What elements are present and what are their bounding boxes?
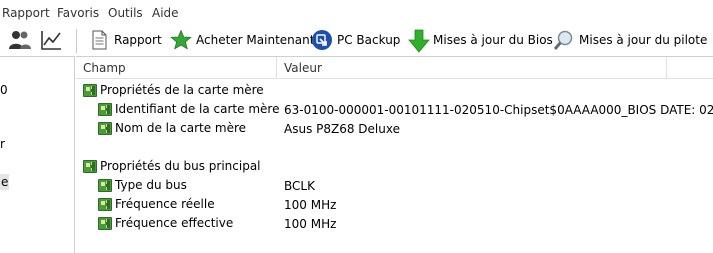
pc-backup-label: PC Backup bbox=[337, 33, 401, 47]
table-header: Champ Valeur bbox=[76, 57, 713, 79]
row-field: Type du bus bbox=[115, 178, 187, 192]
toolbar-separator bbox=[76, 29, 77, 53]
bios-update-button[interactable]: Mises à jour du Bios bbox=[407, 26, 553, 54]
document-icon bbox=[88, 29, 110, 51]
table-row[interactable]: Fréquence réelle 100 MHz bbox=[76, 195, 713, 214]
table-row[interactable]: Type du bus BCLK bbox=[76, 176, 713, 195]
toolbar: Rapport Acheter Maintenant PC Backup Mis… bbox=[0, 26, 713, 56]
menu-bar: Rapport Favoris Outils Aide bbox=[0, 0, 713, 26]
menu-rapport[interactable]: Rapport bbox=[2, 6, 50, 20]
table-row[interactable]: Identifiant de la carte mère 63-0100-000… bbox=[76, 100, 713, 119]
nav-item[interactable]: 0 bbox=[0, 83, 8, 97]
rapport-label: Rapport bbox=[114, 33, 162, 47]
column-header-valeur[interactable]: Valeur bbox=[284, 61, 322, 75]
rapport-button[interactable]: Rapport bbox=[88, 26, 162, 54]
download-arrow-icon bbox=[407, 29, 430, 53]
row-field: Fréquence réelle bbox=[115, 197, 215, 211]
star-icon bbox=[170, 29, 192, 51]
column-divider[interactable] bbox=[666, 57, 667, 78]
navigation-pane: 0 r e bbox=[0, 56, 75, 253]
users-button[interactable] bbox=[8, 26, 34, 54]
menu-outils[interactable]: Outils bbox=[108, 6, 143, 20]
menu-aide[interactable]: Aide bbox=[152, 6, 179, 20]
pc-backup-button[interactable]: PC Backup bbox=[311, 26, 400, 54]
line-chart-icon bbox=[40, 29, 62, 51]
nav-item[interactable]: r bbox=[0, 137, 5, 151]
table-row-group[interactable]: Propriétés de la carte mère bbox=[76, 81, 713, 100]
row-value: 100 MHz bbox=[284, 198, 337, 212]
row-value: BCLK bbox=[284, 179, 315, 193]
row-value: 63-0100-000001-00101111-020510-Chipset$0… bbox=[284, 103, 713, 117]
motherboard-icon bbox=[98, 102, 112, 116]
table-row[interactable]: Nom de la carte mère Asus P8Z68 Deluxe bbox=[76, 119, 713, 138]
menu-favoris[interactable]: Favoris bbox=[57, 6, 99, 20]
column-header-champ[interactable]: Champ bbox=[83, 61, 126, 75]
table-row-group[interactable]: Propriétés du bus principal bbox=[76, 157, 713, 176]
magnifier-icon bbox=[553, 29, 575, 51]
backup-icon bbox=[311, 29, 333, 51]
motherboard-icon bbox=[98, 121, 112, 135]
row-field: Fréquence effective bbox=[115, 216, 234, 230]
row-field: Propriétés du bus principal bbox=[100, 159, 261, 173]
nav-item-selected[interactable]: e bbox=[0, 174, 10, 190]
row-value: Asus P8Z68 Deluxe bbox=[284, 122, 400, 136]
row-value: 100 MHz bbox=[284, 217, 337, 231]
row-field: Propriétés de la carte mère bbox=[100, 83, 264, 97]
row-field: Identifiant de la carte mère bbox=[115, 102, 280, 116]
motherboard-icon bbox=[98, 216, 112, 230]
table-row[interactable]: Fréquence effective 100 MHz bbox=[76, 214, 713, 233]
motherboard-icon bbox=[83, 83, 97, 97]
column-divider[interactable] bbox=[276, 57, 277, 78]
driver-update-label: Mises à jour du pilote bbox=[579, 33, 708, 47]
acheter-button[interactable]: Acheter Maintenant bbox=[170, 26, 314, 54]
motherboard-icon bbox=[83, 159, 97, 173]
row-field: Nom de la carte mère bbox=[115, 121, 247, 135]
motherboard-icon bbox=[98, 178, 112, 192]
bios-update-label: Mises à jour du Bios bbox=[433, 33, 553, 47]
details-panel: Champ Valeur Propriétés de la carte mère… bbox=[76, 56, 713, 253]
acheter-label: Acheter Maintenant bbox=[196, 33, 315, 47]
motherboard-icon bbox=[98, 197, 112, 211]
users-icon bbox=[8, 29, 31, 51]
benchmark-button[interactable] bbox=[40, 26, 66, 54]
driver-update-button[interactable]: Mises à jour du pilote bbox=[553, 26, 707, 54]
